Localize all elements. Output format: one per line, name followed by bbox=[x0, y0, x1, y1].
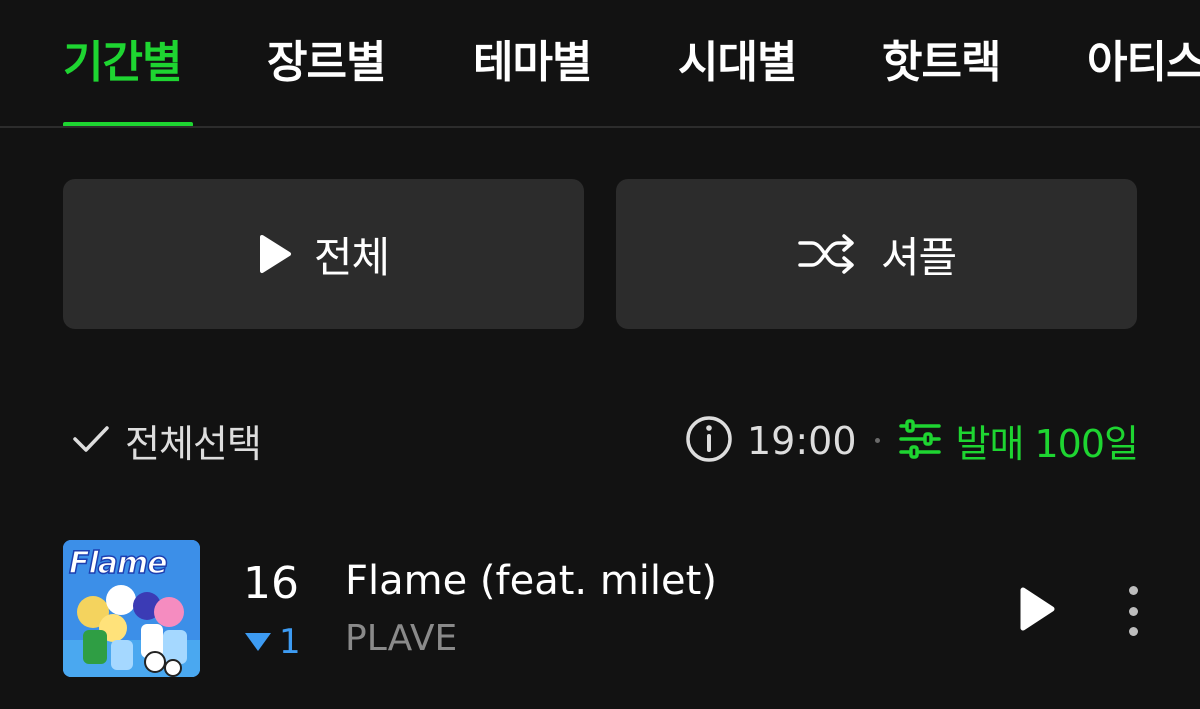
more-dot bbox=[1128, 586, 1138, 595]
select-all-label: 전체선택 bbox=[125, 422, 262, 466]
more-vertical-icon[interactable] bbox=[1123, 586, 1143, 636]
tab-artist[interactable]: 아티스 bbox=[1087, 26, 1200, 90]
more-dot bbox=[1128, 627, 1138, 636]
tab-genre[interactable]: 장르별 bbox=[267, 26, 386, 90]
play-icon bbox=[1018, 587, 1056, 636]
track-row[interactable]: Flame 16 1 Flame (feat. milet) PLAVE bbox=[63, 540, 1163, 680]
info-icon[interactable] bbox=[685, 415, 733, 467]
sliders-icon bbox=[898, 418, 942, 463]
filter-label: 발매 100일 bbox=[955, 422, 1139, 466]
play-all-button[interactable]: 전체 bbox=[63, 179, 584, 329]
play-all-label: 전체 bbox=[313, 232, 390, 282]
rank-change: 1 bbox=[245, 622, 301, 662]
active-tab-indicator bbox=[63, 122, 193, 126]
chart-meta: 19:00 발매 100일 bbox=[685, 413, 1139, 468]
shuffle-label: 셔플 bbox=[880, 232, 957, 282]
tab-period[interactable]: 기간별 bbox=[63, 26, 182, 90]
shuffle-button[interactable]: 셔플 bbox=[616, 179, 1137, 329]
separator-dot bbox=[874, 438, 880, 443]
shuffle-icon bbox=[797, 234, 859, 274]
rank-change-value: 1 bbox=[279, 622, 301, 662]
track-play-button[interactable] bbox=[1018, 586, 1056, 636]
filter-button[interactable]: 발매 100일 bbox=[898, 413, 1139, 468]
tab-theme[interactable]: 테마별 bbox=[473, 26, 592, 90]
category-tabs: 기간별 장르별 테마별 시대별 핫트랙 아티스 bbox=[0, 0, 1200, 128]
more-dot bbox=[1128, 606, 1138, 616]
chart-toolbar: 전체선택 19:00 발매 100일 bbox=[63, 405, 1139, 475]
album-cover[interactable]: Flame bbox=[63, 540, 200, 677]
update-time: 19:00 bbox=[746, 418, 857, 463]
tab-hot-track[interactable]: 핫트랙 bbox=[882, 26, 1001, 90]
track-title[interactable]: Flame (feat. milet) bbox=[345, 558, 717, 604]
cover-title: Flame bbox=[68, 545, 168, 582]
track-artist[interactable]: PLAVE bbox=[345, 618, 457, 659]
check-icon bbox=[71, 423, 111, 459]
tab-era[interactable]: 시대별 bbox=[678, 26, 797, 90]
rank-down-icon bbox=[245, 633, 271, 651]
play-icon bbox=[258, 234, 292, 274]
track-rank: 16 bbox=[243, 558, 299, 609]
select-all-button[interactable]: 전체선택 bbox=[71, 413, 262, 468]
